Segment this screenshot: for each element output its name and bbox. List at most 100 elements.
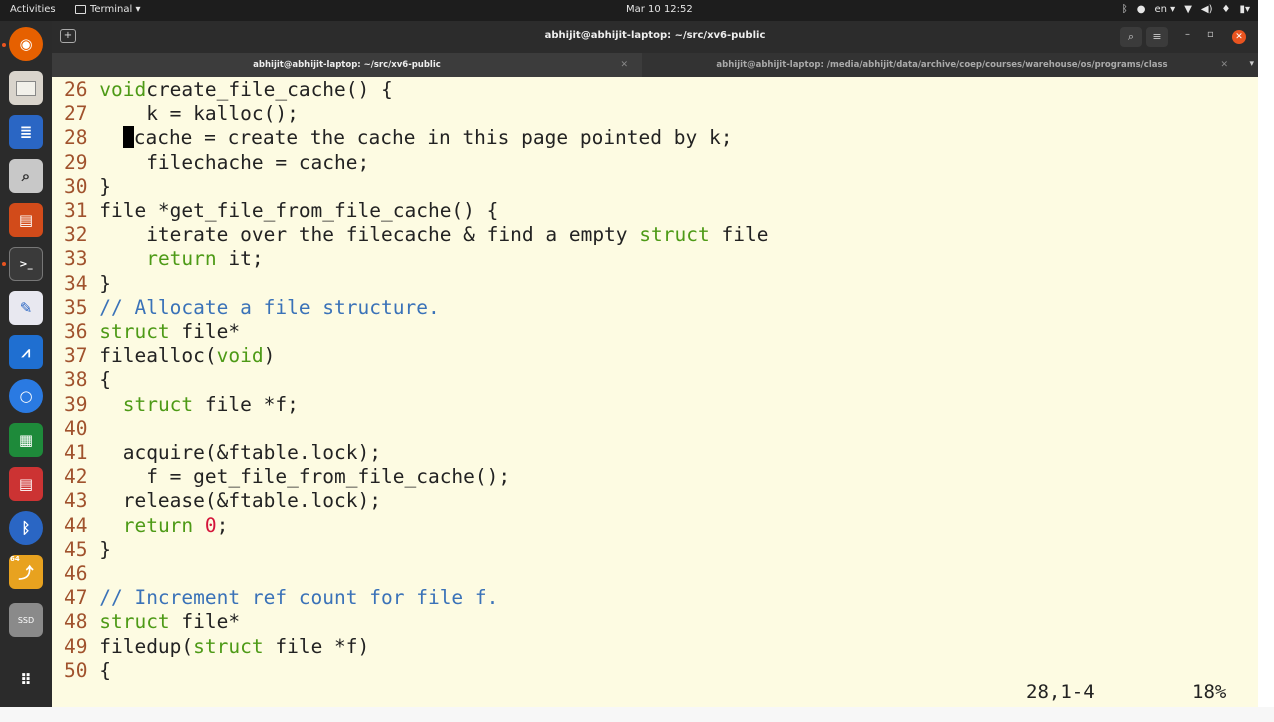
code-line: 49 filedup(struct file *f) [64,635,369,659]
screen-edge [1258,0,1274,722]
line-number: 49 [64,634,100,658]
code-text: void [216,344,264,368]
system-tray[interactable]: ᛒ ● en ▾ ▼ ◀) ♦ ▮▾ [1122,4,1250,15]
code-line: 35 // Allocate a file structure. [64,296,440,320]
line-number: 26 [64,78,100,101]
line-number: 43 [64,489,100,513]
wifi-icon[interactable]: ▼ [1184,4,1192,15]
minimize-icon[interactable]: – [1185,29,1190,40]
code-text: struct [99,610,170,634]
clock[interactable]: Mar 10 12:52 [626,4,693,15]
terminal-small-icon [75,5,86,14]
line-number: 31 [64,199,100,222]
code-text: return [146,247,217,271]
language-indicator[interactable]: en ▾ [1155,4,1176,15]
mic-icon[interactable]: ♦ [1222,4,1231,15]
system-monitor-icon[interactable]: ⩘ [9,335,43,369]
code-text: filedup( [99,634,194,658]
activities-button[interactable]: Activities [10,4,56,15]
text-editor-icon[interactable]: ≣ [9,115,43,149]
signal-icon[interactable]: ○ [9,379,43,413]
line-number: 44 [64,513,100,537]
line-number: 41 [64,441,100,464]
close-icon[interactable]: ✕ [1232,30,1246,44]
code-text: iterate over the filecache & find a empt… [99,223,640,247]
ssd-icon[interactable]: SSD [9,603,43,637]
line-number: 50 [64,658,100,682]
code-line: 46 [64,562,99,586]
code-line: 40 [64,417,99,441]
code-text: file [709,223,769,247]
calc-icon[interactable]: ▦ [9,423,43,457]
battery-icon[interactable]: ▮▾ [1239,4,1250,15]
line-number: 28 [64,126,100,150]
code-line: 26 voidcreate_file_cache() { [64,78,393,102]
tab-xv6-public[interactable]: abhijit@abhijit-laptop: ~/src/xv6-public… [52,53,642,77]
code-text: } [99,174,111,198]
line-number: 32 [64,223,100,247]
bluetooth-icon[interactable]: ᛒ [1122,4,1128,15]
tab-class[interactable]: abhijit@abhijit-laptop: /media/abhijit/d… [642,53,1242,77]
app-grid-icon[interactable]: ⠿ [9,663,43,697]
screenshot-icon[interactable]: ⌕ [9,159,43,193]
tab-dropdown-icon[interactable]: ▾ [1249,59,1254,69]
code-text: filealloc( [99,344,217,368]
code-text: struct [639,223,710,247]
code-line: 41 acquire(&ftable.lock); [64,441,381,465]
code-text: release(&ftable.lock); [99,489,381,513]
code-line: 30 } [64,175,111,199]
line-number: 37 [64,344,100,368]
hamburger-menu-icon[interactable]: ≡ [1146,27,1168,47]
code-text: ) [263,344,276,368]
bluetooth-icon[interactable]: ᛒ [9,511,43,545]
line-number: 47 [64,586,100,610]
scroll-percent: 18% [1192,681,1227,703]
code-text: file *f) [263,634,370,658]
maximize-icon[interactable]: ▫ [1207,29,1214,40]
code-line: 33 return it; [64,247,264,271]
code-text: } [99,537,111,561]
tab-label: abhijit@abhijit-laptop: /media/abhijit/d… [716,60,1168,70]
firefox-icon[interactable]: ◉ [9,27,43,61]
impress-icon[interactable]: ▤ [9,203,43,237]
code-text: file *get_file_from_file_cache() { [99,199,499,222]
volume-icon[interactable]: ◀) [1201,4,1213,15]
tab-close-icon[interactable]: ✕ [1220,60,1228,70]
code-text: acquire(&ftable.lock); [99,441,381,464]
code-line: 44 return 0; [64,514,228,538]
files-icon[interactable] [9,71,43,105]
code-line: 36 struct file* [64,320,240,344]
line-number: 48 [64,610,100,634]
code-text: it; [216,247,264,271]
line-number: 39 [64,392,100,416]
search-icon[interactable]: ⌕ [1120,27,1142,47]
code-line: 50 { [64,659,111,683]
code-line: 48 struct file* [64,610,240,634]
running-indicator [2,262,6,266]
dock: ◉ ≣ ⌕ ▤ >_ ✎ ⩘ ○ ▦ ▤ ᛒ 64 ⤴ SSD ⠿ [0,21,52,707]
app-menu[interactable]: Terminal ▾ [75,4,140,15]
code-line: 43 release(&ftable.lock); [64,489,381,513]
code-line: 45 } [64,538,111,562]
code-text: void [99,78,147,101]
line-number: 34 [64,271,100,295]
app64-icon[interactable]: 64 ⤴ [9,555,43,589]
tab-bar: abhijit@abhijit-laptop: ~/src/xv6-public… [52,53,1258,77]
tab-close-icon[interactable]: ✕ [620,60,628,70]
code-text: file *f; [193,392,299,416]
notes-icon[interactable]: ✎ [9,291,43,325]
vim-editor[interactable]: 26 voidcreate_file_cache() {27 k = kallo… [52,77,1258,707]
top-bar: Activities Terminal ▾ Mar 10 12:52 ᛒ ● e… [0,0,1258,21]
code-line: 29 filechache = cache; [64,151,369,175]
code-text: 0 [204,513,217,537]
viewer-icon[interactable]: ▤ [9,467,43,501]
chat-icon[interactable]: ● [1137,4,1146,15]
line-number: 33 [64,247,100,271]
line-number: 46 [64,562,100,585]
code-line: 39 struct file *f; [64,393,299,417]
terminal-icon[interactable]: >_ [9,247,43,281]
badge-64: 64 [10,555,20,563]
code-text: // Increment ref count for file f. [99,586,499,610]
code-text: } [99,271,111,295]
